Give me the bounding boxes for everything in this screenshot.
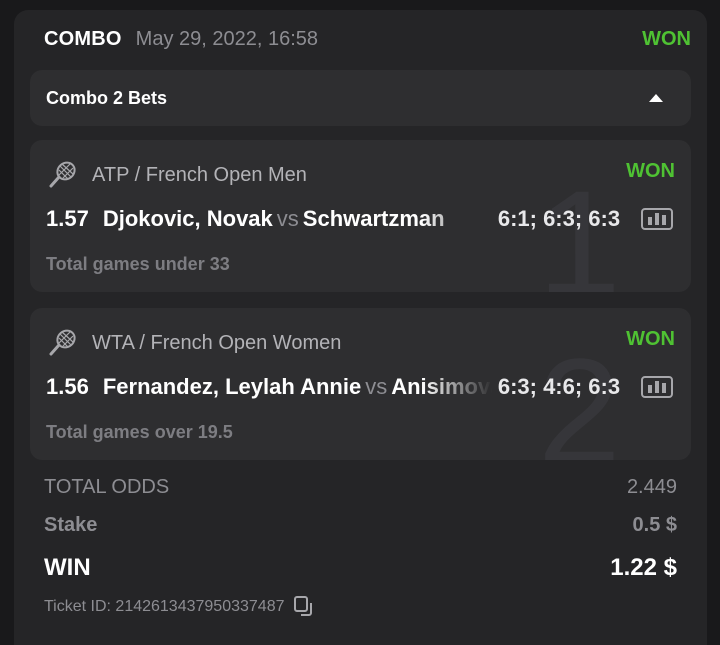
leg-odds: 1.57 [46,206,89,231]
bet-market: Total games under 33 [46,254,230,274]
away-player: Anisimova [391,374,492,399]
match-score: 6:3; 4:6; 6:3 [497,374,621,399]
match-teams: Djokovic, Novak vs Schwartzman [103,206,492,232]
bet-line: 1.56 Fernandez, Leylah Annie vs Anisimova … [46,372,675,402]
league-name: WTA / French Open Women [92,331,342,354]
bet-header: COMBO May 29, 2022, 16:58 [44,24,693,54]
ticket-id-text: Ticket ID: 2142613437950337487 [44,598,285,615]
copy-icon[interactable] [294,596,314,618]
bet-leg[interactable]: 1 ATP / French Open Men WON 1.57 Djokovi… [30,140,691,292]
total-odds-value: 2.449 [626,476,677,498]
home-player: Djokovic, Novak [102,206,273,231]
bet-date: May 29, 2022, 16:58 [135,27,319,50]
stats-icon[interactable] [641,208,673,230]
bet-type: COMBO [44,27,122,50]
caret-up-icon [649,94,663,102]
win-value: 1.22 $ [610,554,677,581]
match-score: 6:1; 6:3; 6:3 [497,206,621,231]
total-odds-row: TOTAL ODDS 2.449 [44,476,677,499]
bet-status-badge: WON [642,28,691,50]
stake-row: Stake 0.5 $ [44,514,677,537]
bet-league: WTA / French Open Women [48,328,341,358]
home-player: Fernandez, Leylah Annie [102,374,362,399]
match-teams: Fernandez, Leylah Annie vs Anisimova [103,374,492,400]
bet-line: 1.57 Djokovic, Novak vs Schwartzman 6:1; 6… [46,204,675,234]
stats-icon[interactable] [641,376,673,398]
combo-label: Combo 2 Bets [46,87,168,108]
vs-label: vs [276,206,299,231]
vs-label: vs [365,374,388,399]
stake-label: Stake [44,514,98,536]
leg-status-badge: WON [626,328,675,350]
stake-value: 0.5 $ [632,514,677,536]
leg-odds: 1.56 [46,374,89,399]
bet-market: Total games over 19.5 [46,422,233,442]
leg-status-badge: WON [626,160,675,182]
bet-card: COMBO May 29, 2022, 16:58 WON Combo 2 Be… [14,10,707,645]
combo-toggle[interactable]: Combo 2 Bets [30,70,691,126]
away-player: Schwartzman [302,206,445,231]
bet-leg[interactable]: 2 WTA / French Open Women WON 1.56 Ferna… [30,308,691,460]
league-name: ATP / French Open Men [92,163,307,186]
ticket-id: Ticket ID: 2142613437950337487 [44,596,314,618]
win-row: WIN 1.22 $ [44,554,677,582]
total-odds-label: TOTAL ODDS [44,476,170,498]
tennis-racket-icon [49,329,76,356]
bet-league: ATP / French Open Men [48,160,307,190]
win-label: WIN [44,554,91,581]
tennis-racket-icon [49,161,76,188]
